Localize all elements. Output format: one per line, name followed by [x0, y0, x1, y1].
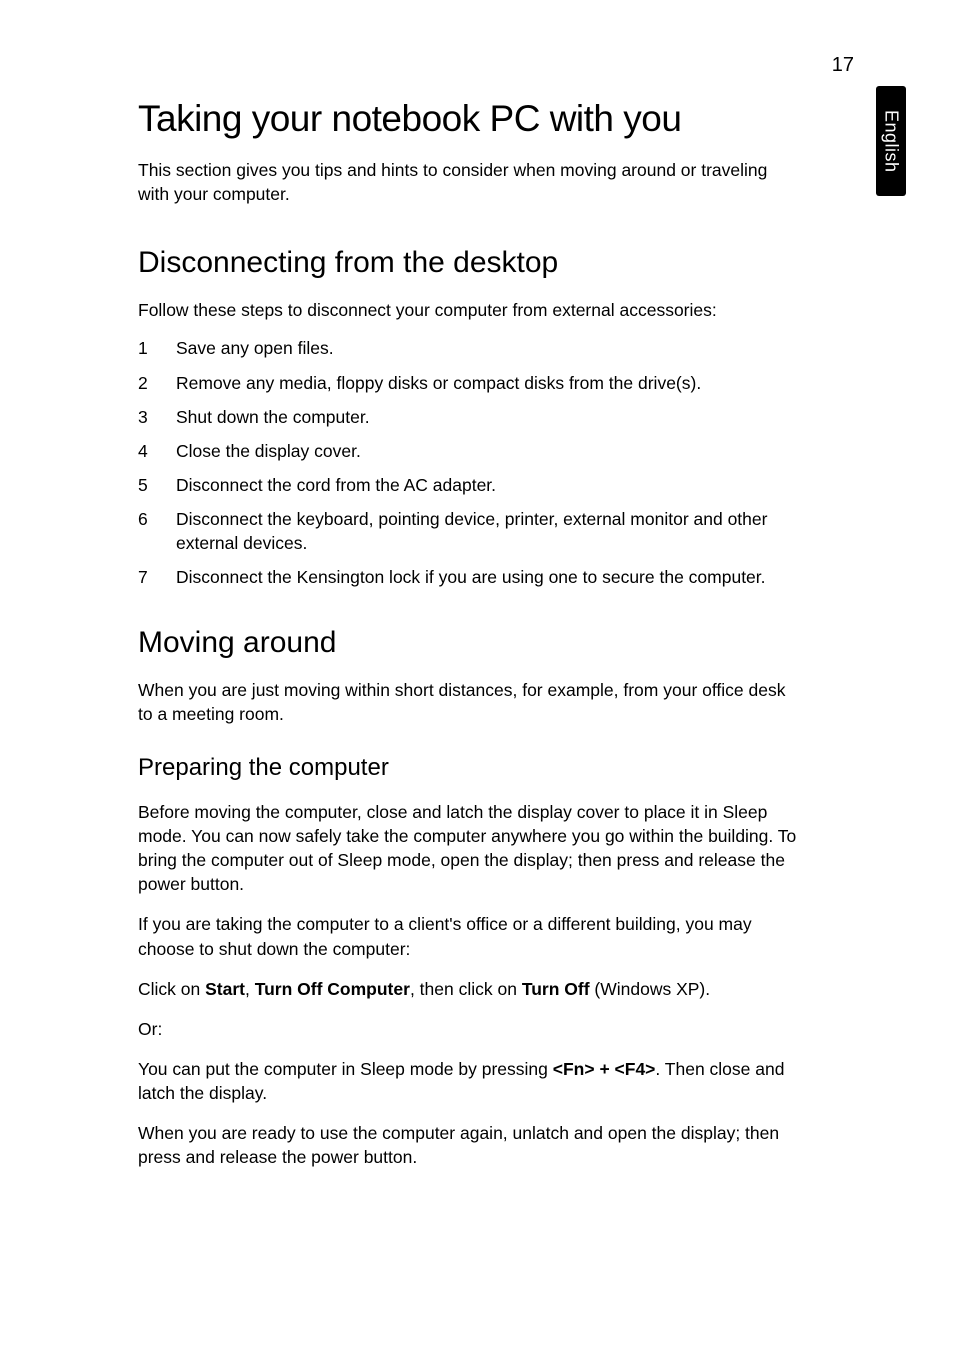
list-item: 7 Disconnect the Kensington lock if you …: [138, 565, 798, 589]
list-number: 6: [138, 507, 176, 555]
paragraph: When you are ready to use the computer a…: [138, 1121, 798, 1169]
sleep-instruction: You can put the computer in Sleep mode b…: [138, 1057, 798, 1105]
intro-paragraph: This section gives you tips and hints to…: [138, 158, 798, 206]
bold-turn-off-computer: Turn Off Computer: [255, 979, 410, 999]
list-number: 5: [138, 473, 176, 497]
list-number: 3: [138, 405, 176, 429]
list-text: Close the display cover.: [176, 439, 798, 463]
text-fragment: You can put the computer in Sleep mode b…: [138, 1059, 553, 1079]
list-text: Shut down the computer.: [176, 405, 798, 429]
list-number: 2: [138, 371, 176, 395]
page-title: Taking your notebook PC with you: [138, 98, 798, 140]
section-heading-moving: Moving around: [138, 626, 798, 660]
list-item: 3 Shut down the computer.: [138, 405, 798, 429]
list-number: 7: [138, 565, 176, 589]
text-fragment: Click on: [138, 979, 205, 999]
section2-lead: When you are just moving within short di…: [138, 678, 798, 726]
list-item: 4 Close the display cover.: [138, 439, 798, 463]
list-text: Disconnect the Kensington lock if you ar…: [176, 565, 798, 589]
click-instruction: Click on Start, Turn Off Computer, then …: [138, 977, 798, 1001]
list-item: 1 Save any open files.: [138, 336, 798, 360]
text-fragment: ,: [245, 979, 255, 999]
bold-start: Start: [205, 979, 245, 999]
bold-key-combo: <Fn> + <F4>: [553, 1059, 656, 1079]
page-content: Taking your notebook PC with you This se…: [138, 98, 798, 1186]
text-fragment: (Windows XP).: [590, 979, 711, 999]
or-line: Or:: [138, 1017, 798, 1041]
list-number: 1: [138, 336, 176, 360]
list-number: 4: [138, 439, 176, 463]
list-item: 5 Disconnect the cord from the AC adapte…: [138, 473, 798, 497]
paragraph: Before moving the computer, close and la…: [138, 800, 798, 897]
subsection-heading-preparing: Preparing the computer: [138, 754, 798, 782]
list-text: Save any open files.: [176, 336, 798, 360]
numbered-list: 1 Save any open files. 2 Remove any medi…: [138, 336, 798, 589]
list-text: Remove any media, floppy disks or compac…: [176, 371, 798, 395]
language-tab: English: [876, 86, 906, 196]
section-heading-disconnecting: Disconnecting from the desktop: [138, 246, 798, 280]
bold-turn-off: Turn Off: [522, 979, 590, 999]
text-fragment: , then click on: [410, 979, 522, 999]
language-tab-label: English: [881, 110, 902, 173]
list-item: 6 Disconnect the keyboard, pointing devi…: [138, 507, 798, 555]
list-text: Disconnect the cord from the AC adapter.: [176, 473, 798, 497]
list-item: 2 Remove any media, floppy disks or comp…: [138, 371, 798, 395]
section1-lead: Follow these steps to disconnect your co…: [138, 298, 798, 322]
list-text: Disconnect the keyboard, pointing device…: [176, 507, 798, 555]
paragraph: If you are taking the computer to a clie…: [138, 912, 798, 960]
page-number: 17: [832, 54, 854, 77]
